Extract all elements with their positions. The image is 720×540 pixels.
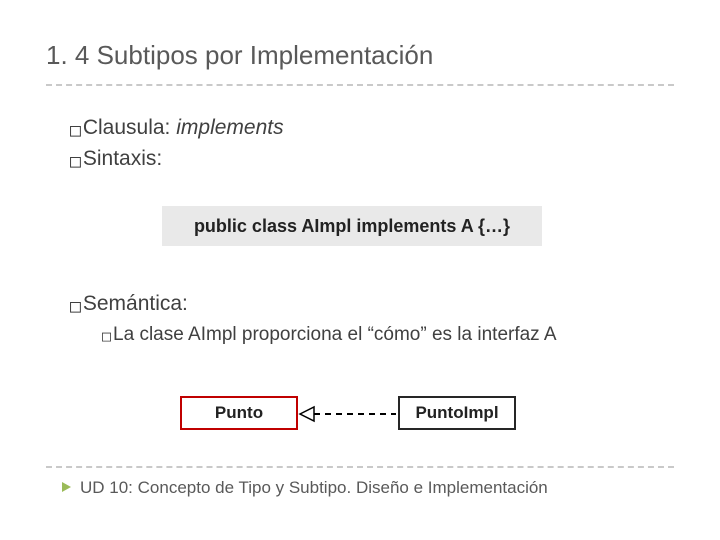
uml-box-punto: Punto — [180, 396, 298, 430]
semantica-sub-prefix: La — [113, 324, 134, 345]
bullet-square-icon: □ — [70, 151, 81, 172]
uml-box-puntoimpl: PuntoImpl — [398, 396, 516, 430]
footer: UD 10: Concepto de Tipo y Subtipo. Diseñ… — [60, 478, 548, 498]
bullet-square-icon: □ — [70, 120, 81, 141]
footer-divider — [46, 466, 674, 468]
footer-arrow-icon — [60, 478, 72, 498]
bullet-square-small-icon: □ — [102, 327, 111, 345]
bullet-sintaxis: □Sintaxis: — [70, 147, 670, 172]
page-title: 1. 4 Subtipos por Implementación — [46, 40, 433, 71]
slide: 1. 4 Subtipos por Implementación □Clausu… — [0, 0, 720, 540]
sintaxis-label: Sintaxis: — [83, 147, 162, 170]
code-prefix: public class AImpl — [194, 216, 356, 236]
uml-realization-arrow-icon — [298, 405, 398, 423]
uml-box-punto-label: Punto — [215, 403, 263, 423]
code-box: public class AImpl implements A {…} — [162, 206, 542, 246]
bullet-square-icon: □ — [70, 296, 81, 317]
bullet-semantica-sub: □La clase AImpl proporciona el “cómo” es… — [102, 324, 672, 346]
code-suffix: A {…} — [456, 216, 510, 236]
footer-text: UD 10: Concepto de Tipo y Subtipo. Diseñ… — [80, 478, 548, 498]
uml-diagram: Punto PuntoImpl — [180, 388, 580, 448]
semantica-sub-rest: clase AImpl proporciona el “cómo” es la … — [134, 324, 556, 345]
body-top: □Clausula: implements □Sintaxis: — [70, 116, 670, 178]
code-keyword: implements — [356, 216, 456, 236]
bullet-semantica: □Semántica: — [70, 292, 188, 317]
title-divider — [46, 84, 674, 86]
uml-box-puntoimpl-label: PuntoImpl — [415, 403, 498, 423]
semantica-label: Semántica: — [83, 292, 188, 315]
bullet-clausula: □Clausula: implements — [70, 116, 670, 141]
clausula-label: Clausula: — [83, 116, 171, 139]
clausula-value: implements — [176, 116, 283, 139]
